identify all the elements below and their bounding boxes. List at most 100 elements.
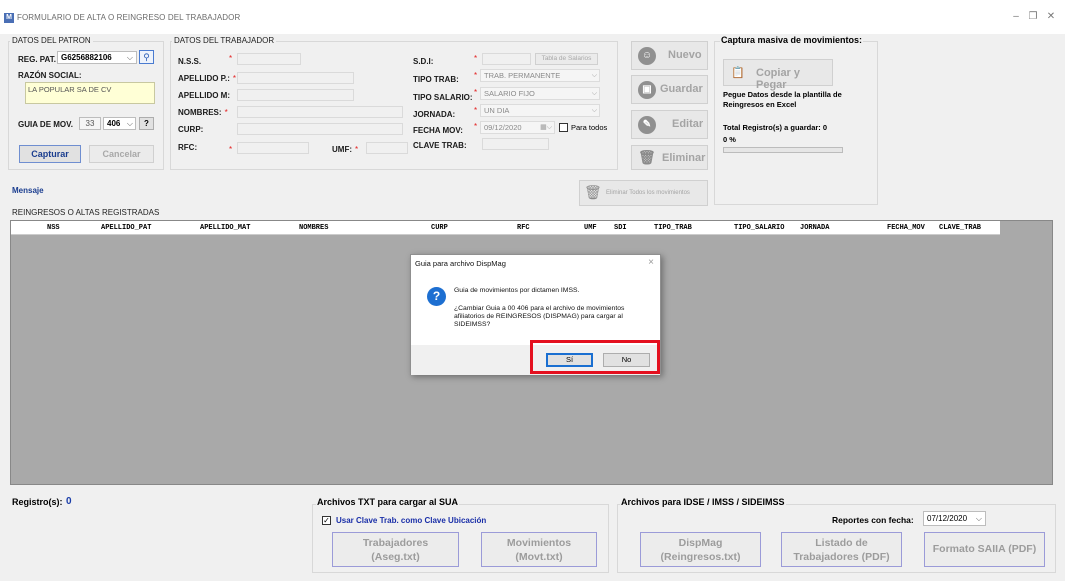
person-add-icon: ☺ [638, 47, 656, 65]
column-header[interactable]: CURP [431, 224, 448, 232]
column-header[interactable]: TIPO_SALARIO [734, 224, 784, 232]
column-header[interactable]: TIPO_TRAB [654, 224, 692, 232]
progress-percent: 0 % [723, 135, 736, 144]
column-header[interactable]: RFC [517, 224, 530, 232]
razon-social-field[interactable]: LA POPULAR SA DE CV [25, 82, 155, 104]
progress-bar [723, 147, 843, 153]
paste-icon: 📋 [731, 67, 745, 79]
reg-pat-label: REG. PAT. [18, 55, 56, 64]
dialog-title: Guia para archivo DispMag [415, 259, 506, 268]
guia-code-select[interactable]: 406 ⌵ [103, 117, 136, 130]
eliminar-todos-label: Eliminar Todos los movimientos [606, 190, 690, 196]
reg-pat-select[interactable]: G6256882106 ⌵ [57, 51, 137, 64]
tipo-trab-label: TIPO TRAB: [413, 75, 459, 84]
eliminar-button[interactable]: 🗑 Eliminar [631, 145, 708, 170]
highlight-box [530, 340, 660, 374]
maximize-icon[interactable]: ❐ [1025, 10, 1041, 24]
column-header[interactable]: UMF [584, 224, 597, 232]
umf-label: UMF: * [332, 145, 359, 154]
tipo-trab-select[interactable]: TRAB. PERMANENTE ⌵ [480, 69, 600, 82]
dialog-line: Guia de movimientos por dictamen IMSS. [454, 287, 580, 294]
para-todos-checkbox[interactable] [559, 123, 568, 132]
save-icon: ▣ [638, 81, 656, 99]
search-icon[interactable]: ⚲ [139, 50, 154, 64]
copiar-pegar-button[interactable]: 📋 Copiar y Pegar [723, 59, 833, 91]
reportes-fecha-picker[interactable]: 07/12/2020 ⌵ [923, 511, 986, 526]
nss-label: N.S.S. [178, 57, 202, 66]
listado-label: Listado de [815, 537, 868, 549]
dispmag-sub: (Reingresos.txt) [660, 551, 741, 563]
dialog-line: ¿Cambiar Guia a 00 406 para el archivo d… [454, 305, 625, 312]
reportes-fecha-label: Reportes con fecha: [832, 515, 914, 525]
idse-group-label: Archivos para IDSE / IMSS / SIDEIMSS [620, 497, 786, 507]
eliminar-label: Eliminar [662, 152, 706, 164]
eliminar-todos-button[interactable]: 🗑 Eliminar Todos los movimientos [579, 180, 708, 206]
chevron-down-icon: ⌵ [591, 90, 597, 97]
curp-field[interactable] [237, 123, 403, 135]
required-mark: * [474, 122, 478, 131]
column-header[interactable]: NSS [47, 224, 60, 232]
nombres-field[interactable] [237, 106, 403, 118]
nuevo-label: Nuevo [668, 49, 702, 61]
rfc-label: RFC: [178, 143, 198, 152]
listado-sub: Trabajadores (PDF) [793, 551, 890, 563]
required-mark: * [229, 145, 233, 154]
guardar-button[interactable]: ▣ Guardar [631, 75, 708, 104]
guardar-label: Guardar [660, 83, 703, 95]
column-header[interactable]: JORNADA [800, 224, 829, 232]
guia-num-field[interactable]: 33 [79, 117, 101, 130]
close-icon[interactable]: × [648, 257, 654, 268]
fecha-mov-value: 09/12/2020 [484, 123, 522, 132]
nuevo-button[interactable]: ☺ Nuevo [631, 41, 708, 70]
dispmag-button[interactable]: DispMag (Reingresos.txt) [640, 532, 761, 567]
help-button[interactable]: ? [139, 117, 154, 130]
minimize-icon[interactable]: – [1008, 10, 1024, 24]
cancelar-button[interactable]: Cancelar [89, 145, 154, 163]
rfc-field[interactable] [237, 142, 309, 154]
fecha-mov-picker[interactable]: 09/12/2020 ▦⌵ [480, 121, 555, 134]
capturar-button[interactable]: Capturar [19, 145, 81, 163]
editar-button[interactable]: ✎ Editar [631, 110, 708, 139]
listado-button[interactable]: Listado de Trabajadores (PDF) [781, 532, 902, 567]
grid-header: NSS APELLIDO_PAT APELLIDO_MAT NOMBRES CU… [11, 221, 1000, 235]
trabajadores-sub: (Aseg.txt) [371, 551, 420, 563]
column-header[interactable]: CLAVE_TRAB [939, 224, 981, 232]
editar-label: Editar [672, 118, 704, 130]
apellido-p-label: APELLIDO P.: * [178, 74, 236, 83]
patron-group-label: DATOS DEL PATRON [10, 36, 93, 45]
column-header[interactable]: NOMBRES [299, 224, 328, 232]
movimientos-sub: (Movt.txt) [515, 551, 563, 563]
umf-field[interactable] [366, 142, 408, 154]
column-header[interactable]: FECHA_MOV [887, 224, 925, 232]
movimientos-button[interactable]: Movimientos (Movt.txt) [481, 532, 597, 567]
chevron-down-icon: ⌵ [591, 107, 597, 114]
column-header[interactable]: SDI [614, 224, 627, 232]
tipo-salario-select[interactable]: SALARIO FIJO ⌵ [480, 87, 600, 100]
required-mark: * [474, 106, 478, 115]
usar-clave-checkbox[interactable]: ✓ [322, 516, 331, 525]
trabajadores-label: Trabajadores [362, 537, 429, 549]
sdi-field[interactable] [482, 53, 531, 65]
trabajadores-button[interactable]: Trabajadores (Aseg.txt) [332, 532, 459, 567]
registros-label: Registro(s): [12, 497, 63, 507]
apellido-p-field[interactable] [237, 72, 354, 84]
required-mark: * [474, 88, 478, 97]
reg-pat-value: G6256882106 [61, 53, 112, 62]
tabla-salarios-button[interactable]: Tabla de Salarios [535, 53, 598, 65]
masiva-hint: Pegue Datos desde la plantilla de Reingr… [723, 90, 842, 109]
copiar-pegar-label: Copiar y Pegar [756, 67, 801, 91]
column-header[interactable]: APELLIDO_PAT [101, 224, 151, 232]
title-bar: M FORMULARIO DE ALTA O REINGRESO DEL TRA… [0, 0, 1065, 34]
formato-saiia-button[interactable]: Formato SAIIA (PDF) [924, 532, 1045, 567]
sdi-label: S.D.I: [413, 57, 434, 66]
clave-trab-field[interactable] [482, 138, 549, 150]
dialog-line: SIDEIMSS? [454, 321, 491, 328]
column-header[interactable]: APELLIDO_MAT [200, 224, 250, 232]
close-icon[interactable]: ✕ [1043, 10, 1059, 24]
jornada-select[interactable]: UN DIA ⌵ [480, 104, 600, 117]
reportes-fecha-value: 07/12/2020 [927, 514, 968, 523]
app-icon: M [4, 13, 14, 23]
nss-field[interactable] [237, 53, 301, 65]
para-todos-label: Para todos [571, 123, 608, 132]
apellido-m-field[interactable] [237, 89, 354, 101]
